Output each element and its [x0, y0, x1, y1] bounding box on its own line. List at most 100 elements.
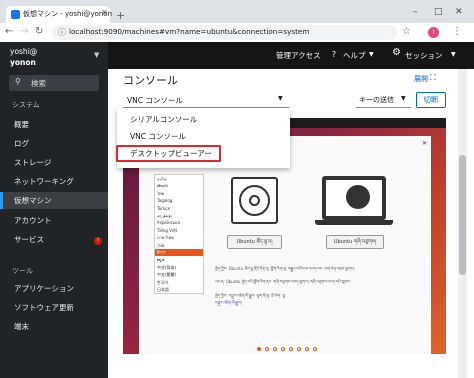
cockpit-favicon-icon — [11, 10, 20, 19]
window-close-button[interactable]: ✕ — [455, 7, 463, 17]
search-icon: ⚲ — [15, 77, 21, 86]
sidebar-item-terminal[interactable]: 端末 — [0, 318, 108, 335]
sidebar-item-services[interactable]: サービス — [0, 231, 108, 248]
page-dot[interactable] — [257, 347, 261, 351]
top-navigation: 管理アクセス ? ヘルプ ▼ ⚙ セッション ▼ — [108, 42, 474, 69]
list-item-selected[interactable]: ཇོང་ཁ — [155, 249, 203, 257]
language-list[interactable]: தமிழ் తెలుగు ไทย Tagalog Türkçe ئۇيغۇرچە… — [154, 174, 204, 294]
menu-item-serial-console[interactable]: シリアルコンソール — [117, 112, 290, 128]
menu-item-vnc-console[interactable]: VNC コンソール — [117, 129, 290, 145]
profile-avatar[interactable]: I — [428, 27, 439, 38]
list-item[interactable]: ಕನ್ನಡ — [155, 256, 203, 263]
host-switcher[interactable]: yoshi@ yonon — [10, 46, 37, 68]
list-item[interactable]: 中文(简体) — [155, 264, 203, 271]
help-menu[interactable]: ヘルプ — [343, 50, 366, 61]
sidebar-item-accounts[interactable]: アカウント — [0, 212, 108, 229]
chevron-down-icon[interactable]: ▼ — [94, 51, 99, 59]
admin-access-button[interactable]: 管理アクセス — [276, 50, 321, 61]
list-item[interactable]: தமிழ் — [155, 175, 203, 182]
ubuntu-logo-icon — [346, 185, 370, 209]
list-item[interactable]: Türkçe — [155, 205, 203, 212]
caret-down-icon: ▼ — [401, 95, 406, 102]
list-item[interactable]: Tiếng Việt — [155, 227, 203, 234]
page-dot[interactable] — [313, 347, 317, 351]
page-dot[interactable] — [305, 347, 309, 351]
tools-section-header: ツール — [12, 267, 33, 275]
list-item[interactable]: ภาษาไทย — [155, 234, 203, 241]
description-text: ཁྱེད་ཀྱིས་ བསྐྱར་འཛིན་ལོ་རྒྱུས་ ལྷག་ནི་ལ… — [215, 293, 285, 298]
console-type-value: VNC コンソール — [127, 96, 183, 105]
system-section-header: システム — [12, 101, 40, 109]
reload-icon[interactable]: ↻ — [35, 26, 43, 37]
sidebar-item-applications[interactable]: アプリケーション — [0, 280, 108, 297]
minimize-button[interactable]: – — [413, 7, 418, 17]
maximize-button[interactable]: □ — [434, 7, 443, 17]
console-type-select[interactable]: VNC コンソール ▼ — [123, 93, 289, 108]
session-chevron-icon: ▼ — [451, 51, 456, 58]
send-key-label: キーの送信 — [359, 96, 394, 104]
gear-icon[interactable]: ⚙ — [392, 47, 401, 58]
help-chevron-icon: ▼ — [369, 51, 374, 58]
page-dot[interactable] — [289, 347, 293, 351]
list-item[interactable]: ئۇيغۇرچە — [155, 212, 203, 219]
info-icon[interactable]: ⓘ — [58, 27, 66, 38]
host-name: yonon — [10, 58, 36, 67]
dialog-close-icon[interactable]: ✕ — [422, 140, 427, 147]
release-notes-link[interactable]: བསྐྱར་འཛིན་ལོ་རྒྱུས། — [215, 300, 285, 306]
sidebar-item-logs[interactable]: ログ — [0, 135, 108, 152]
page-title: コンソール — [123, 74, 178, 87]
expand-link[interactable]: 展開 — [414, 74, 428, 84]
install-ubuntu-button[interactable]: Ubuntu གཞི་བཙུགས། — [326, 235, 384, 249]
laptop-icon — [322, 176, 386, 220]
help-icon[interactable]: ? — [332, 50, 336, 59]
scrollbar-thumb[interactable] — [459, 155, 466, 275]
services-alert-badge: ! — [94, 237, 102, 245]
url-text: localhost:9090/machines#vm?name=ubuntu&c… — [69, 27, 310, 36]
browser-menu-icon[interactable]: ⋮ — [452, 26, 462, 37]
sidebar-item-software-updates[interactable]: ソフトウェア更新 — [0, 299, 108, 316]
sidebar-item-overview[interactable]: 概要 — [0, 116, 108, 133]
try-ubuntu-button[interactable]: Ubuntu ཚོད་ལྟ་བ། — [227, 235, 282, 249]
session-menu[interactable]: セッション — [405, 50, 443, 61]
page-dot[interactable] — [265, 347, 269, 351]
laptop-base — [315, 220, 393, 225]
host-user: yoshi@ — [10, 47, 38, 56]
forward-icon[interactable]: → — [20, 26, 28, 37]
laptop-screen — [326, 180, 382, 216]
search-label: 検索 — [31, 79, 46, 88]
description-text: ཡང་ན་ Ubuntu ཁྱེད་རའི་གློག་རིག་ནང་ གཞི་བ… — [215, 279, 351, 284]
highlight-box — [116, 145, 221, 162]
list-item[interactable]: ʻaia — [155, 242, 203, 249]
sidebar-item-storage[interactable]: ストレージ — [0, 154, 108, 171]
new-tab-button[interactable]: + — [116, 9, 125, 22]
list-item[interactable]: Tagalog — [155, 197, 203, 204]
sidebar-item-virtual-machines[interactable]: 仮想マシン — [0, 192, 108, 209]
caret-down-icon: ▼ — [278, 95, 283, 102]
list-item[interactable]: ไทย — [155, 190, 203, 197]
page-dot[interactable] — [273, 347, 277, 351]
list-item[interactable]: తెలుగు — [155, 182, 203, 189]
expand-icon[interactable]: ⛶ — [430, 73, 436, 83]
send-key-select[interactable]: キーの送信 ▼ — [356, 93, 411, 108]
tab-title: 仮想マシン - yoshi@yonon — [23, 10, 113, 18]
tab-close-icon[interactable]: ✕ — [101, 8, 108, 17]
list-item[interactable]: 한국어 — [155, 279, 203, 286]
browser-tab[interactable]: 仮想マシン - yoshi@yonon ✕ — [6, 6, 113, 23]
page-dot[interactable] — [297, 347, 301, 351]
cd-disc-icon — [231, 177, 278, 224]
sidebar: yoshi@ yonon ▼ ⚲ 検索 システム 概要 ログ ストレージ ネット… — [0, 42, 108, 378]
address-bar[interactable]: ⓘ localhost:9090/machines#vm?name=ubuntu… — [52, 25, 397, 40]
disc-hole — [249, 195, 260, 206]
disconnect-button[interactable]: 切断 — [416, 92, 446, 108]
list-item[interactable]: Українська — [155, 219, 203, 226]
back-icon[interactable]: ← — [5, 26, 13, 37]
bookmark-star-icon[interactable]: ☆ — [402, 26, 411, 37]
list-item[interactable]: 中文(繁體) — [155, 271, 203, 278]
search-input[interactable]: ⚲ 検索 — [9, 75, 99, 91]
sidebar-item-networking[interactable]: ネットワーキング — [0, 173, 108, 190]
page-dot[interactable] — [281, 347, 285, 351]
installer-dialog: ✕ தமிழ் తెలుగు ไทย Tagalog Türkçe ئۇيغۇر… — [139, 136, 431, 354]
browser-toolbar: ← → ↻ ⓘ localhost:9090/machines#vm?name=… — [0, 23, 474, 42]
list-item[interactable]: 日本語 — [155, 286, 203, 293]
description-text: ཁྱེད་ཀྱིས་ Ubuntu ཚོད་ལྟ་ནིའི་དོན་ལུ་ གླ… — [215, 266, 355, 271]
